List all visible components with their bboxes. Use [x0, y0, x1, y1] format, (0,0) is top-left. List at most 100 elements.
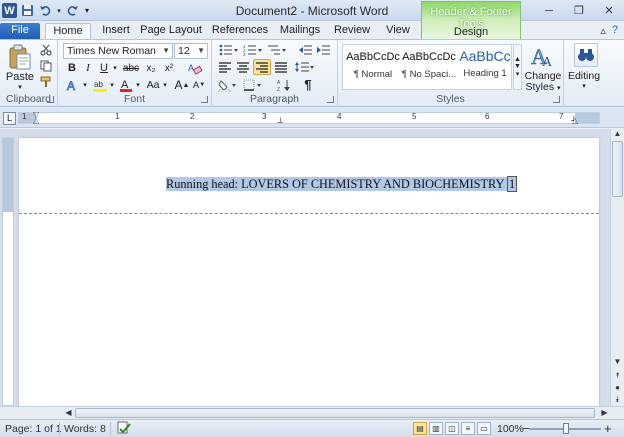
- style-no-spacing[interactable]: AaBbCcDc ¶ No Spaci...: [401, 45, 457, 87]
- shading-icon[interactable]: [217, 78, 239, 92]
- next-page-icon[interactable]: ⯯: [611, 393, 624, 407]
- sort-icon[interactable]: AZ: [276, 78, 292, 92]
- scroll-up-icon[interactable]: ▲: [611, 127, 624, 141]
- align-right-icon[interactable]: [253, 59, 271, 75]
- underline-dropdown-icon[interactable]: ▾: [111, 61, 119, 75]
- page-count[interactable]: Page: 1 of 1: [5, 423, 62, 435]
- style-normal[interactable]: AaBbCcDc ¶ Normal: [345, 45, 401, 87]
- binoculars-icon[interactable]: [574, 43, 598, 67]
- styles-scroll-down-icon[interactable]: ▼: [514, 63, 521, 70]
- clipboard-launcher-icon[interactable]: [47, 96, 54, 103]
- show-formatting-marks-button[interactable]: ¶: [300, 77, 316, 92]
- font-name-dropdown-icon[interactable]: ▼: [162, 44, 170, 58]
- zoom-in-button[interactable]: +: [604, 421, 612, 436]
- paste-button[interactable]: Paste: [4, 71, 36, 83]
- word-count[interactable]: Words: 8: [64, 423, 106, 435]
- vertical-scrollbar[interactable]: ▲ ▼ ⯭ ● ⯯: [610, 129, 624, 406]
- bold-button[interactable]: B: [65, 61, 79, 75]
- scroll-right-icon[interactable]: ▶: [598, 407, 611, 419]
- styles-scroll-up-icon[interactable]: ▲: [514, 56, 521, 63]
- change-case-button[interactable]: Aa: [144, 78, 162, 92]
- font-size-combo[interactable]: 12 ▼: [174, 43, 208, 59]
- tab-review[interactable]: Review: [332, 23, 372, 39]
- line-spacing-icon[interactable]: [294, 60, 316, 74]
- underline-button[interactable]: U: [97, 61, 111, 75]
- help-icon[interactable]: ?: [612, 24, 618, 37]
- grow-font-button[interactable]: A ▲: [175, 78, 190, 92]
- justify-icon[interactable]: [273, 60, 289, 74]
- tab-selector-icon[interactable]: L: [3, 112, 16, 125]
- close-button[interactable]: ✕: [594, 0, 624, 21]
- tab-references[interactable]: References: [210, 23, 270, 39]
- align-left-icon[interactable]: [217, 60, 233, 74]
- scroll-down-icon[interactable]: ▼: [611, 355, 624, 369]
- minimize-button[interactable]: ─: [534, 0, 564, 21]
- font-color-icon[interactable]: A: [118, 77, 134, 92]
- document-page[interactable]: Running head: LOVERS OF CHEMISTRY AND BI…: [19, 138, 599, 408]
- page-number-field[interactable]: 1: [507, 176, 518, 192]
- tab-insert[interactable]: Insert: [98, 23, 134, 39]
- italic-button[interactable]: I: [81, 61, 95, 75]
- minimize-ribbon-icon[interactable]: ▵: [600, 24, 606, 37]
- change-case-dropdown-icon[interactable]: ▾: [161, 78, 169, 92]
- increase-indent-icon[interactable]: [316, 43, 332, 57]
- ruler-strip[interactable]: 1 1 2 3 4 5 6 7 ▽ △ ⊥ ┘ △: [18, 110, 600, 125]
- borders-icon[interactable]: [242, 78, 264, 92]
- clear-formatting-icon[interactable]: A: [186, 61, 204, 75]
- center-tab-marker[interactable]: ⊥: [277, 116, 284, 125]
- paragraph-launcher-icon[interactable]: [327, 96, 334, 103]
- font-color-dropdown-icon[interactable]: ▾: [134, 78, 142, 92]
- highlight-dropdown-icon[interactable]: ▾: [108, 78, 116, 92]
- text-effects-dropdown-icon[interactable]: ▾: [81, 78, 89, 92]
- editing-button[interactable]: Editing: [564, 70, 604, 82]
- font-name-combo[interactable]: Times New Roman ▼: [63, 43, 173, 59]
- running-head-text[interactable]: Running head: LOVERS OF CHEMISTRY AND BI…: [166, 177, 504, 191]
- cut-icon[interactable]: [38, 43, 53, 57]
- format-painter-icon[interactable]: [38, 75, 53, 89]
- paste-icon[interactable]: [6, 43, 34, 71]
- print-layout-view-icon[interactable]: ▤: [413, 422, 427, 435]
- strikethrough-button[interactable]: abc: [122, 61, 140, 75]
- styles-launcher-icon[interactable]: [553, 96, 560, 103]
- proofing-icon[interactable]: [116, 421, 132, 437]
- web-layout-view-icon[interactable]: ◫: [445, 422, 459, 435]
- editing-dropdown-icon[interactable]: ▾: [579, 82, 589, 90]
- header-text-line[interactable]: Running head: LOVERS OF CHEMISTRY AND BI…: [166, 176, 518, 192]
- paste-dropdown-icon[interactable]: ▾: [15, 83, 25, 91]
- superscript-button[interactable]: x²: [161, 61, 177, 75]
- restore-button[interactable]: ❐: [564, 0, 594, 21]
- right-indent-marker[interactable]: △: [572, 116, 578, 125]
- numbering-icon[interactable]: 123: [242, 43, 264, 57]
- multilevel-list-icon[interactable]: [266, 43, 288, 57]
- full-screen-reading-view-icon[interactable]: ▥: [429, 422, 443, 435]
- style-heading-1[interactable]: AaBbCc Heading 1: [457, 45, 513, 87]
- text-effects-icon[interactable]: A: [65, 78, 81, 92]
- styles-scroll-controls[interactable]: ▲ ▼ ▾: [513, 44, 522, 90]
- outline-view-icon[interactable]: ≡: [461, 422, 475, 435]
- font-launcher-icon[interactable]: [201, 96, 208, 103]
- horizontal-scroll-thumb[interactable]: [75, 408, 595, 418]
- draft-view-icon[interactable]: ▭: [477, 422, 491, 435]
- tab-mailings[interactable]: Mailings: [276, 23, 324, 39]
- zoom-level[interactable]: 100%: [497, 423, 524, 435]
- hanging-indent-marker[interactable]: △: [33, 116, 39, 125]
- copy-icon[interactable]: [38, 59, 53, 73]
- font-size-dropdown-icon[interactable]: ▼: [197, 44, 205, 58]
- align-center-icon[interactable]: [235, 60, 251, 74]
- change-styles-button[interactable]: Change Styles ▾: [524, 70, 562, 94]
- horizontal-scrollbar[interactable]: ◀ ▶: [0, 406, 624, 419]
- styles-more-icon[interactable]: ▾: [516, 70, 520, 78]
- highlight-icon[interactable]: ab: [91, 77, 109, 92]
- bullets-icon[interactable]: [218, 43, 240, 57]
- vertical-scroll-thumb[interactable]: [612, 141, 623, 197]
- scroll-left-icon[interactable]: ◀: [62, 407, 75, 419]
- decrease-indent-icon[interactable]: [298, 43, 314, 57]
- zoom-slider-knob[interactable]: [563, 423, 569, 434]
- window-title: Document2 - Microsoft Word: [235, 4, 389, 18]
- tab-view[interactable]: View: [382, 23, 414, 39]
- tab-page-layout[interactable]: Page Layout: [140, 23, 202, 39]
- subscript-button[interactable]: x₂: [143, 61, 159, 75]
- shrink-font-button[interactable]: A ▼: [192, 78, 206, 92]
- change-styles-icon[interactable]: AA: [528, 43, 558, 69]
- tab-file[interactable]: File: [0, 23, 40, 39]
